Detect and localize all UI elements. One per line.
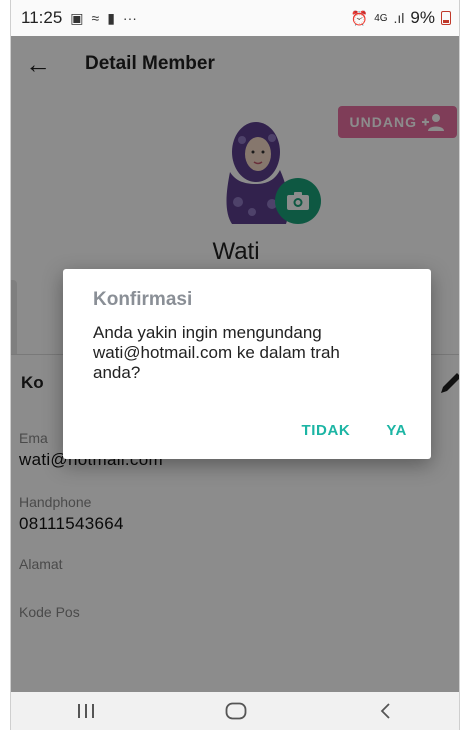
recent-apps-icon xyxy=(78,704,94,718)
more-icon: ··· xyxy=(122,10,137,26)
signal-icon: .ıl xyxy=(393,10,405,26)
home-button[interactable] xyxy=(206,696,266,726)
back-chevron-icon xyxy=(380,703,390,719)
confirm-dialog: Konfirmasi Anda yakin ingin mengundang w… xyxy=(63,269,431,459)
dialog-title: Konfirmasi xyxy=(93,289,193,310)
status-time: 11:25 xyxy=(21,8,63,27)
battery-percent: 9% xyxy=(410,8,435,27)
system-nav-bar xyxy=(11,692,459,730)
dialog-message: Anda yakin ingin mengundang wati@hotmail… xyxy=(93,323,340,382)
confirm-button[interactable]: YA xyxy=(386,422,407,439)
dialog-actions: TIDAK YA xyxy=(302,422,408,439)
clipboard-icon: ▮ xyxy=(107,9,115,26)
notification-icon: ≈ xyxy=(91,10,100,26)
home-icon xyxy=(225,702,247,720)
phone-screen: 11:25 ▣ ≈ ▮ ··· ⏰ 4G .ıl 9% ← Detail Mem… xyxy=(10,0,460,730)
battery-icon xyxy=(441,11,451,25)
back-button[interactable] xyxy=(356,696,416,726)
status-bar: 11:25 ▣ ≈ ▮ ··· ⏰ 4G .ıl 9% xyxy=(11,0,459,36)
recent-apps-button[interactable] xyxy=(56,696,116,726)
gallery-icon: ▣ xyxy=(70,9,84,26)
alarm-icon: ⏰ xyxy=(350,9,369,26)
cancel-button[interactable]: TIDAK xyxy=(302,422,351,439)
network-type: 4G xyxy=(374,12,388,24)
